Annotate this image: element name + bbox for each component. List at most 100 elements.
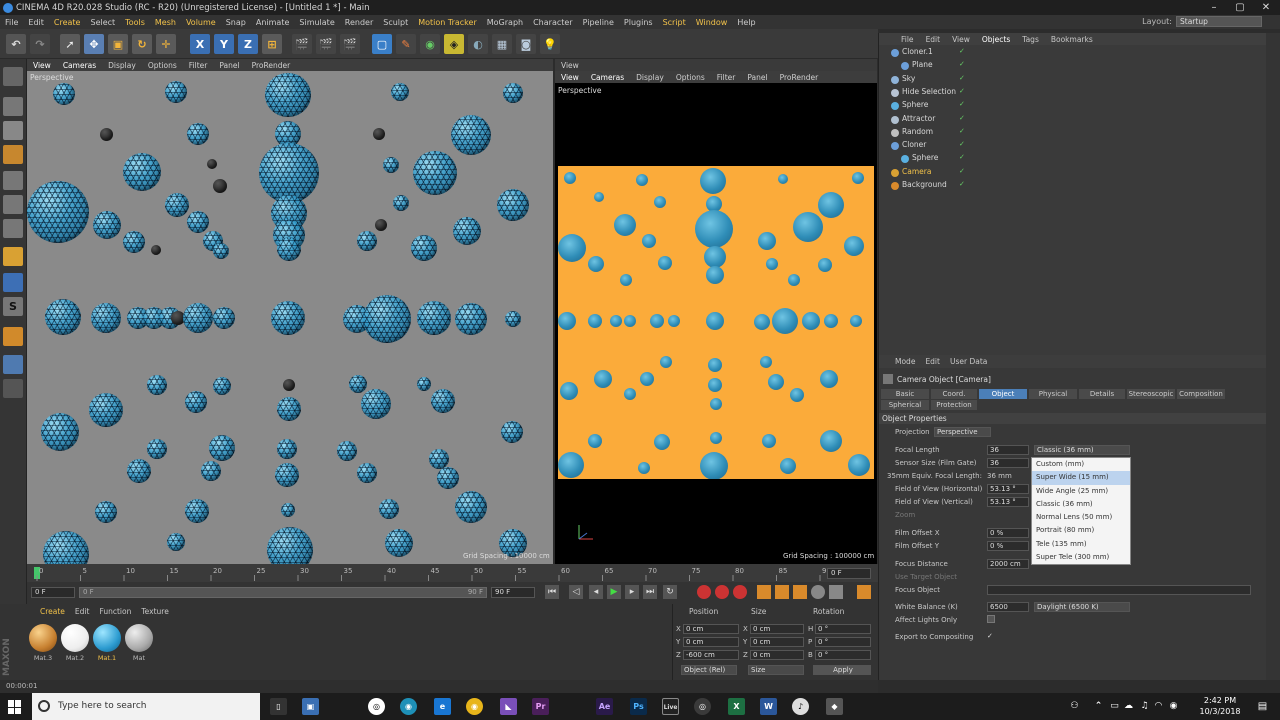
- tab-details[interactable]: Details: [1079, 389, 1125, 399]
- vp1-menu-prorender[interactable]: ProRender: [246, 61, 297, 70]
- am-menu-user-data[interactable]: User Data: [950, 357, 987, 366]
- object-visibility-check[interactable]: ✓: [959, 167, 965, 175]
- key-parameter-icon[interactable]: [811, 585, 825, 599]
- mat-menu-edit[interactable]: Edit: [75, 607, 90, 616]
- tab-object[interactable]: Object: [979, 389, 1027, 399]
- menu-render[interactable]: Render: [340, 18, 378, 27]
- focal-preset-option[interactable]: Wide Angle (25 mm): [1032, 485, 1130, 498]
- end-frame-field[interactable]: 90 F: [491, 587, 535, 598]
- white-balance-preset-dropdown[interactable]: Daylight (6500 K): [1034, 602, 1130, 612]
- tab-protection[interactable]: Protection: [931, 400, 977, 410]
- rotation-b-field[interactable]: 0 °: [815, 650, 871, 660]
- am-menu-mode[interactable]: Mode: [895, 357, 915, 366]
- redo-icon[interactable]: ↷: [30, 34, 50, 54]
- timeline-menu-icon[interactable]: [857, 585, 871, 599]
- coord-mode-dropdown[interactable]: Object (Rel): [681, 665, 737, 675]
- model-mode-icon[interactable]: [3, 97, 23, 116]
- material-swatch[interactable]: [61, 624, 89, 652]
- object-row[interactable]: Camera ✓: [879, 167, 1269, 180]
- menu-create[interactable]: Create: [49, 18, 86, 27]
- texture-mode-icon[interactable]: [3, 121, 23, 140]
- current-frame-field[interactable]: 0 F: [827, 568, 871, 579]
- object-row[interactable]: Sphere ✓: [879, 153, 1269, 166]
- om-menu-edit[interactable]: Edit: [920, 35, 947, 44]
- om-menu-objects[interactable]: Objects: [976, 35, 1016, 44]
- rotation-h-field[interactable]: 0 °: [815, 624, 871, 634]
- camera-icon[interactable]: ◙: [516, 34, 536, 54]
- material-swatch[interactable]: [125, 624, 153, 652]
- ableton-live-icon[interactable]: Live: [662, 698, 679, 715]
- object-row[interactable]: Hide Selection ✓: [879, 87, 1269, 100]
- vp2-menu-cameras[interactable]: Cameras: [585, 73, 630, 82]
- deformer-icon[interactable]: ◐: [468, 34, 488, 54]
- menu-script[interactable]: Script: [658, 18, 691, 27]
- vp1-menu-panel[interactable]: Panel: [213, 61, 245, 70]
- render-settings-icon[interactable]: 🎬: [340, 34, 360, 54]
- focal-preset-option[interactable]: Tele (135 mm): [1032, 538, 1130, 551]
- key-scale-icon[interactable]: [775, 585, 789, 599]
- position-z-field[interactable]: -600 cm: [683, 650, 739, 660]
- apply-button[interactable]: Apply: [813, 665, 871, 675]
- polygons-mode-icon[interactable]: [3, 219, 23, 238]
- menu-mograph[interactable]: MoGraph: [482, 18, 528, 27]
- vp1-menu-view[interactable]: View: [27, 61, 57, 70]
- enable-axis-icon[interactable]: [3, 247, 23, 266]
- menu-motion-tracker[interactable]: Motion Tracker: [413, 18, 482, 27]
- focal-preset-option[interactable]: Super Wide (15 mm): [1032, 471, 1130, 485]
- tab-composition[interactable]: Composition: [1177, 389, 1225, 399]
- viewport-left[interactable]: View Cameras Display Options Filter Pane…: [27, 59, 553, 564]
- onedrive-icon[interactable]: ☁: [1120, 698, 1137, 715]
- object-visibility-check[interactable]: ✓: [959, 153, 965, 161]
- menu-snap[interactable]: Snap: [221, 18, 251, 27]
- fov-vertical-field[interactable]: 53.13 °: [987, 497, 1029, 507]
- focus-distance-field[interactable]: 2000 cm: [987, 559, 1029, 569]
- position-y-field[interactable]: 0 cm: [683, 637, 739, 647]
- range-slider[interactable]: 0 F 90 F: [79, 587, 487, 598]
- tweak-mode-icon[interactable]: [3, 273, 23, 292]
- move-tool-icon[interactable]: ✥: [84, 34, 104, 54]
- photoshop-icon[interactable]: Ps: [630, 698, 647, 715]
- object-visibility-check[interactable]: ✓: [959, 180, 965, 188]
- undo-icon[interactable]: ↶: [6, 34, 26, 54]
- tab-stereoscopic[interactable]: Stereoscopic: [1127, 389, 1175, 399]
- material-swatch[interactable]: [29, 624, 57, 652]
- size-mode-dropdown[interactable]: Size: [748, 665, 804, 675]
- om-menu-tags[interactable]: Tags: [1016, 35, 1045, 44]
- rotation-p-field[interactable]: 0 °: [815, 637, 871, 647]
- menu-sculpt[interactable]: Sculpt: [378, 18, 413, 27]
- object-row[interactable]: Plane ✓: [879, 60, 1269, 73]
- object-visibility-check[interactable]: ✓: [959, 140, 965, 148]
- mat-menu-function[interactable]: Function: [99, 607, 131, 616]
- autokey-icon[interactable]: [715, 585, 729, 599]
- points-mode-icon[interactable]: [3, 171, 23, 190]
- object-row[interactable]: Background ✓: [879, 180, 1269, 193]
- key-pla-icon[interactable]: [829, 585, 843, 599]
- vp2-menu-prorender[interactable]: ProRender: [774, 73, 825, 82]
- itunes-icon[interactable]: ♪: [792, 698, 809, 715]
- key-rotation-icon[interactable]: [793, 585, 807, 599]
- vp2-menu-panel[interactable]: Panel: [741, 73, 773, 82]
- taskbar-search-box[interactable]: Type here to search: [32, 693, 260, 720]
- floor-icon[interactable]: ▦: [492, 34, 512, 54]
- select-tool-icon[interactable]: ➚: [60, 34, 80, 54]
- object-visibility-check[interactable]: ✓: [959, 74, 965, 82]
- record-icon[interactable]: [697, 585, 711, 599]
- film-offset-y-field[interactable]: 0 %: [987, 541, 1029, 551]
- object-row[interactable]: Sky ✓: [879, 74, 1269, 87]
- focal-preset-dropdown[interactable]: Classic (36 mm): [1034, 445, 1130, 455]
- focus-object-field[interactable]: [987, 585, 1251, 595]
- minimize-button[interactable]: –: [1201, 0, 1227, 15]
- export-compositing-checkbox[interactable]: ✓: [987, 632, 995, 640]
- subdivision-icon[interactable]: ◉: [420, 34, 440, 54]
- maximize-button[interactable]: ▢: [1227, 0, 1253, 15]
- tab-spherical[interactable]: Spherical: [881, 400, 929, 410]
- windows-start-icon[interactable]: [8, 700, 22, 714]
- go-to-start-icon[interactable]: ⏮: [545, 585, 559, 599]
- focal-preset-option[interactable]: Custom (mm): [1032, 458, 1130, 471]
- object-visibility-check[interactable]: ✓: [959, 114, 965, 122]
- menu-mesh[interactable]: Mesh: [150, 18, 181, 27]
- z-axis-lock-icon[interactable]: Z: [238, 34, 258, 54]
- menu-animate[interactable]: Animate: [251, 18, 295, 27]
- vp2-menu-filter[interactable]: Filter: [711, 73, 742, 82]
- size-z-field[interactable]: 0 cm: [750, 650, 804, 660]
